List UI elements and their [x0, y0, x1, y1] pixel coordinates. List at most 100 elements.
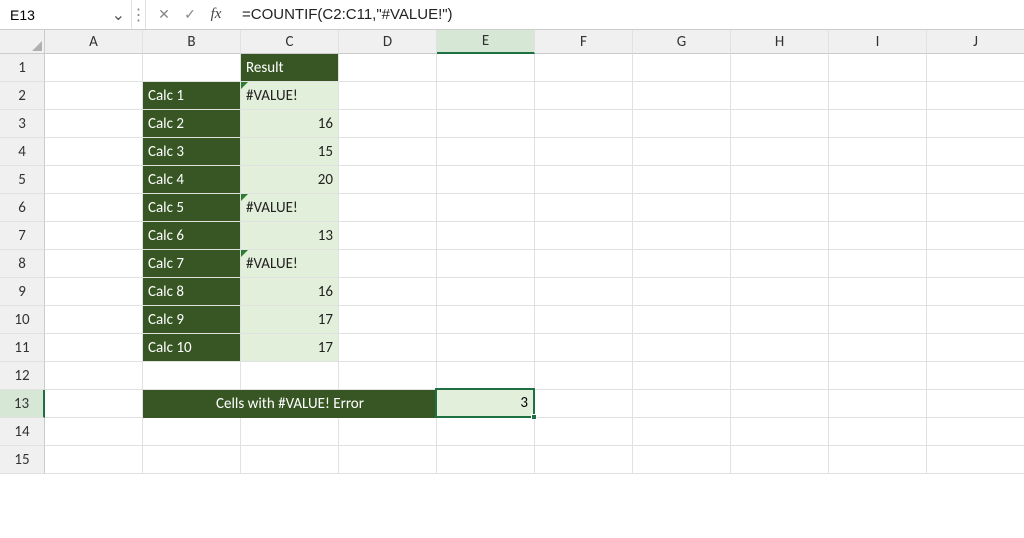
row-header-12[interactable]: 12	[0, 362, 45, 390]
column-header-G[interactable]: G	[633, 30, 731, 54]
cell-J3[interactable]	[927, 110, 1024, 138]
cell-D3[interactable]	[339, 110, 437, 138]
cell-F2[interactable]	[535, 82, 633, 110]
label-cell[interactable]: Calc 1	[143, 82, 241, 110]
fill-handle[interactable]	[531, 414, 537, 420]
cell-G15[interactable]	[633, 446, 731, 474]
cell-A5[interactable]	[45, 166, 143, 194]
cell-H7[interactable]	[731, 222, 829, 250]
formula-input[interactable]	[234, 0, 1024, 29]
cell-H1[interactable]	[731, 54, 829, 82]
label-cell[interactable]: Calc 7	[143, 250, 241, 278]
accept-icon[interactable]: ✓	[178, 3, 202, 27]
cell-A10[interactable]	[45, 306, 143, 334]
cell-E1[interactable]	[437, 54, 535, 82]
cell-E6[interactable]	[437, 194, 535, 222]
cell-I10[interactable]	[829, 306, 927, 334]
cell-E2[interactable]	[437, 82, 535, 110]
label-cell[interactable]: Calc 6	[143, 222, 241, 250]
cell-I12[interactable]	[829, 362, 927, 390]
row-header-4[interactable]: 4	[0, 138, 45, 166]
cell-H5[interactable]	[731, 166, 829, 194]
cell-H6[interactable]	[731, 194, 829, 222]
cell-F7[interactable]	[535, 222, 633, 250]
row-header-3[interactable]: 3	[0, 110, 45, 138]
row-header-8[interactable]: 8	[0, 250, 45, 278]
cell-G2[interactable]	[633, 82, 731, 110]
cell-J9[interactable]	[927, 278, 1024, 306]
cell-F3[interactable]	[535, 110, 633, 138]
cell-G7[interactable]	[633, 222, 731, 250]
cell-E9[interactable]	[437, 278, 535, 306]
cell-F12[interactable]	[535, 362, 633, 390]
cell-J10[interactable]	[927, 306, 1024, 334]
row-header-9[interactable]: 9	[0, 278, 45, 306]
cell-I3[interactable]	[829, 110, 927, 138]
cell-I15[interactable]	[829, 446, 927, 474]
cell-H4[interactable]	[731, 138, 829, 166]
value-cell[interactable]: #VALUE!	[241, 82, 339, 110]
cell-D14[interactable]	[339, 418, 437, 446]
cell-H12[interactable]	[731, 362, 829, 390]
cell-E5[interactable]	[437, 166, 535, 194]
cell-B14[interactable]	[143, 418, 241, 446]
cell-D2[interactable]	[339, 82, 437, 110]
cell-E3[interactable]	[437, 110, 535, 138]
cell-E7[interactable]	[437, 222, 535, 250]
cell-I4[interactable]	[829, 138, 927, 166]
cell-E11[interactable]	[437, 334, 535, 362]
cell-H14[interactable]	[731, 418, 829, 446]
cell-F15[interactable]	[535, 446, 633, 474]
cell-A15[interactable]	[45, 446, 143, 474]
cell-D11[interactable]	[339, 334, 437, 362]
cell-A9[interactable]	[45, 278, 143, 306]
cell-H13[interactable]	[731, 390, 829, 418]
cell-A6[interactable]	[45, 194, 143, 222]
cell-G9[interactable]	[633, 278, 731, 306]
cell-A1[interactable]	[45, 54, 143, 82]
cell-F6[interactable]	[535, 194, 633, 222]
cell-G11[interactable]	[633, 334, 731, 362]
cell-E15[interactable]	[437, 446, 535, 474]
cell-I1[interactable]	[829, 54, 927, 82]
cell-H10[interactable]	[731, 306, 829, 334]
row-header-7[interactable]: 7	[0, 222, 45, 250]
cell-G6[interactable]	[633, 194, 731, 222]
cell-G4[interactable]	[633, 138, 731, 166]
cell-H2[interactable]	[731, 82, 829, 110]
row-header-15[interactable]: 15	[0, 446, 45, 474]
cell-G10[interactable]	[633, 306, 731, 334]
cell-J12[interactable]	[927, 362, 1024, 390]
cell-F11[interactable]	[535, 334, 633, 362]
value-cell[interactable]: 13	[241, 222, 339, 250]
column-header-A[interactable]: A	[45, 30, 143, 54]
column-header-C[interactable]: C	[241, 30, 339, 54]
cell-D12[interactable]	[339, 362, 437, 390]
cell-C15[interactable]	[241, 446, 339, 474]
cell-I9[interactable]	[829, 278, 927, 306]
cell-D1[interactable]	[339, 54, 437, 82]
cell-C12[interactable]	[241, 362, 339, 390]
row-header-11[interactable]: 11	[0, 334, 45, 362]
cell-F4[interactable]	[535, 138, 633, 166]
cell-F10[interactable]	[535, 306, 633, 334]
cell-reference-input[interactable]	[6, 7, 125, 23]
row-header-10[interactable]: 10	[0, 306, 45, 334]
cell-A8[interactable]	[45, 250, 143, 278]
label-cell[interactable]: Calc 8	[143, 278, 241, 306]
cell-J1[interactable]	[927, 54, 1024, 82]
row-header-2[interactable]: 2	[0, 82, 45, 110]
value-cell[interactable]: 20	[241, 166, 339, 194]
cell-A14[interactable]	[45, 418, 143, 446]
cell-F14[interactable]	[535, 418, 633, 446]
cell-D6[interactable]	[339, 194, 437, 222]
cell-J2[interactable]	[927, 82, 1024, 110]
label-cell[interactable]: Calc 9	[143, 306, 241, 334]
cell-C14[interactable]	[241, 418, 339, 446]
cell-G3[interactable]	[633, 110, 731, 138]
cell-D10[interactable]	[339, 306, 437, 334]
column-header-E[interactable]: E	[437, 30, 535, 54]
cell-A12[interactable]	[45, 362, 143, 390]
label-cell[interactable]: Calc 2	[143, 110, 241, 138]
column-header-F[interactable]: F	[535, 30, 633, 54]
